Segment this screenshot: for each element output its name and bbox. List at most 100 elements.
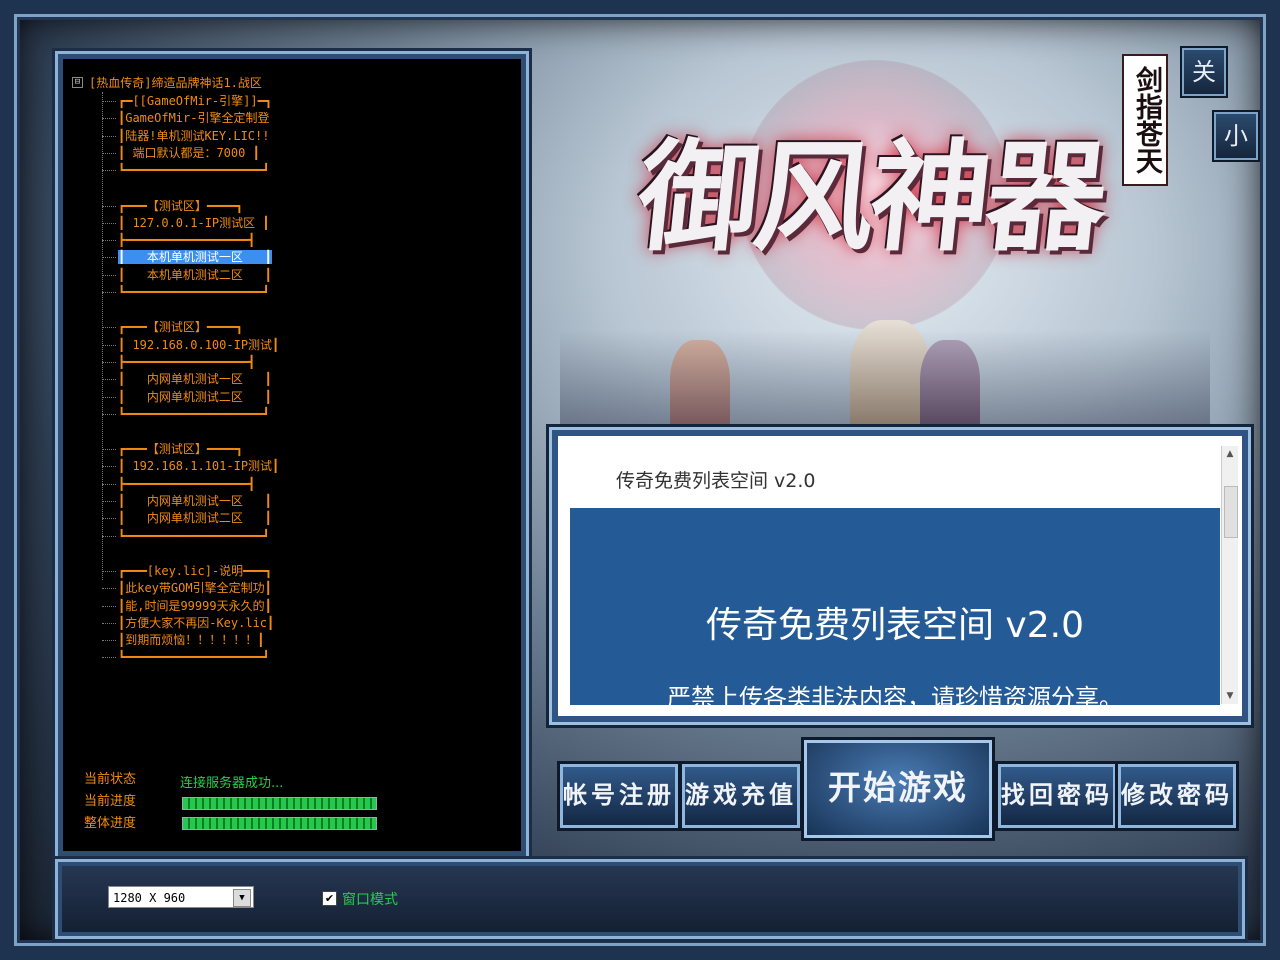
tree-connector: [102, 466, 116, 468]
resolution-value: 1280 X 960: [113, 891, 186, 905]
server-tree-item[interactable]: ┣━━━━━━━━━━━━━━━━━┫: [102, 354, 342, 371]
recover-password-button[interactable]: 找回密码: [998, 764, 1116, 828]
server-tree-item-label: ┃ 内网单机测试一区 ┃: [118, 372, 272, 387]
server-tree-item[interactable]: ┃ 192.168.0.100-IP测试┃: [102, 337, 342, 354]
tree-connector: [102, 274, 116, 276]
game-sub-logo: 剑指苍天: [1122, 54, 1168, 186]
scroll-thumb[interactable]: [1224, 486, 1238, 538]
window-mode-checkbox[interactable]: ✔: [322, 891, 337, 906]
collapse-icon[interactable]: ⊟: [72, 77, 83, 88]
tree-connector: [102, 483, 116, 485]
server-tree-item[interactable]: ┣━━━━━━━━━━━━━━━━━┫: [102, 232, 342, 249]
server-tree-item-label: ┣━━━━━━━━━━━━━━━━━┫: [118, 233, 256, 248]
server-tree-item-label: ┣━━━━━━━━━━━━━━━━━┫: [118, 354, 256, 369]
tree-connector: [102, 240, 116, 242]
notice-title: 传奇免费列表空间 v2.0: [705, 605, 1084, 646]
change-password-button[interactable]: 修改密码: [1118, 764, 1236, 828]
tree-connector: [102, 170, 116, 172]
progress-label: 当前进度: [84, 794, 137, 809]
chevron-down-icon[interactable]: ▼: [233, 889, 251, 907]
server-tree-item[interactable]: ┏━[[GameOfMir-引擎]]━┓: [102, 93, 342, 110]
server-tree-item[interactable]: ┃ 内网单机测试一区 ┃: [102, 493, 342, 510]
start-game-button[interactable]: 开始游戏: [804, 740, 992, 838]
server-tree-item[interactable]: ┗━━━━━━━━━━━━━━━━━━━┛: [102, 284, 342, 301]
tree-connector: [102, 135, 116, 137]
tree-root-label: [热血传奇]缔造品牌神话1.战区: [89, 76, 262, 90]
tree-connector: [102, 501, 116, 502]
server-tree-item[interactable]: ┃GameOfMir-引擎全定制登: [102, 110, 342, 127]
tree-connector: [102, 657, 116, 659]
server-tree-item[interactable]: ┏━━━[key.lic]-说明━━━┓: [102, 563, 342, 580]
server-tree-item[interactable]: ┏━━━【测试区】━━━━┓: [102, 319, 342, 336]
server-tree-item[interactable]: ┃方便大家不再因-Key.lic┃: [102, 615, 342, 632]
server-tree-item-label: ┃ 192.168.0.100-IP测试┃: [118, 337, 280, 352]
server-tree-item-label: ┃ 本机单机测试二区 ┃: [118, 267, 272, 282]
server-tree-item[interactable]: ┣━━━━━━━━━━━━━━━━━┫: [102, 476, 342, 493]
state-label: 当前状态: [84, 772, 137, 787]
minimize-button[interactable]: 小: [1214, 112, 1258, 160]
server-tree-item-label: ┃能,时间是99999天永久的┃: [118, 598, 272, 613]
server-tree-item-label: ┃到期而烦恼！！！！！！┃: [118, 633, 265, 648]
server-tree-item-label: ┗━━━━━━━━━━━━━━━━━━━┛: [118, 163, 270, 178]
server-tree-item[interactable]: ┃ 端口默认都是：7000 ┃: [102, 145, 342, 162]
scroll-up-icon[interactable]: ▲: [1222, 446, 1238, 462]
tree-connector: [102, 588, 116, 590]
game-logo: 御风神器: [631, 127, 1111, 268]
server-tree-item-label: ┗━━━━━━━━━━━━━━━━━━━┛: [118, 528, 270, 543]
total-label: 整体进度: [84, 816, 137, 831]
server-tree-item[interactable]: ┗━━━━━━━━━━━━━━━━━━━┛: [102, 528, 342, 545]
server-tree-item[interactable]: ┃此key带GOM引擎全定制功┃: [102, 580, 342, 597]
server-tree-item[interactable]: ┃ 192.168.1.101-IP测试┃: [102, 458, 342, 475]
server-tree-item[interactable]: ┗━━━━━━━━━━━━━━━━━━━┛: [102, 649, 342, 666]
server-tree-item-label: ┃陆器!单机测试KEY.LIC!!: [118, 128, 270, 143]
tree-connector: [102, 413, 116, 415]
server-tree-item-label: ┗━━━━━━━━━━━━━━━━━━━┛: [118, 406, 270, 421]
notice-scrollbar[interactable]: ▲ ▼: [1221, 446, 1238, 704]
tree-connector: [102, 152, 116, 154]
tree-connector: [102, 101, 116, 102]
tree-root[interactable]: ⊟ [热血传奇]缔造品牌神话1.战区: [72, 74, 262, 91]
total-progress-bar: [182, 817, 377, 830]
register-button[interactable]: 帐号注册: [560, 764, 678, 828]
server-tree-item[interactable]: ┏━━━【测试区】━━━━┓: [102, 198, 342, 215]
server-tree-item[interactable]: ┃ 本机单机测试二区 ┃: [102, 267, 342, 284]
close-button[interactable]: 关: [1182, 48, 1226, 96]
server-tree-item-label: ┃此key带GOM引擎全定制功┃: [118, 581, 272, 596]
server-tree-item-label: ┃ 内网单机测试一区 ┃: [118, 494, 272, 508]
server-tree-item[interactable]: ┃ 内网单机测试二区 ┃: [102, 389, 342, 406]
server-tree-item[interactable]: ┗━━━━━━━━━━━━━━━━━━━┛: [102, 162, 342, 179]
server-tree-item[interactable]: ┏━━━【测试区】━━━━┓: [102, 441, 342, 458]
server-tree-item-label: ┗━━━━━━━━━━━━━━━━━━━┛: [118, 285, 270, 299]
state-value: 连接服务器成功...: [180, 776, 284, 791]
server-tree-item[interactable]: ┃陆器!单机测试KEY.LIC!!: [102, 128, 342, 145]
tree-connector: [102, 361, 116, 363]
resolution-select[interactable]: 1280 X 960 ▼: [108, 886, 254, 908]
server-tree-item-label: ┏━━━【测试区】━━━━┓: [118, 198, 244, 213]
server-tree-item-label: ┏━━━【测试区】━━━━┓: [118, 320, 244, 335]
server-tree-item-label: ┣━━━━━━━━━━━━━━━━━┫: [118, 476, 256, 491]
scroll-down-icon[interactable]: ▼: [1222, 688, 1238, 704]
notice-header: 传奇免费列表空间 v2.0: [570, 446, 1220, 509]
server-tree-item[interactable]: ┃ 内网单机测试二区 ┃: [102, 510, 342, 527]
tree-connector: [102, 605, 116, 607]
server-tree-item-label: ┃ 内网单机测试二区 ┃: [118, 389, 272, 404]
server-tree-item[interactable]: ┃ 本机单机测试一区 ┃: [102, 249, 342, 266]
server-tree-item[interactable]: ┃到期而烦恼！！！！！！┃: [102, 632, 342, 649]
server-tree-item[interactable]: ┃ 内网单机测试一区 ┃: [102, 371, 342, 388]
server-tree-item[interactable]: ┃ 127.0.0.1-IP测试区 ┃: [102, 215, 342, 232]
tree-connector: [102, 292, 116, 293]
server-tree-item-label: ┏━━━[key.lic]-说明━━━┓: [118, 563, 273, 578]
server-tree-item-label: ┃ 192.168.1.101-IP测试┃: [118, 459, 280, 474]
notice-header-title: 传奇免费列表空间 v2.0: [616, 470, 816, 492]
server-tree-item-label: ┃ 本机单机测试一区 ┃: [118, 250, 272, 265]
tree-connector: [102, 535, 116, 537]
window-mode-label[interactable]: 窗口模式: [342, 889, 398, 909]
server-tree-item[interactable]: ┃能,时间是99999天永久的┃: [102, 598, 342, 615]
tree-connector: [102, 222, 116, 224]
server-tree-item-label: ┃ 127.0.0.1-IP测试区 ┃: [118, 215, 270, 230]
recharge-button[interactable]: 游戏充值: [682, 764, 800, 828]
server-tree-item[interactable]: ┗━━━━━━━━━━━━━━━━━━━┛: [102, 406, 342, 423]
notice-panel: 传奇免费列表空间 v2.0 传奇免费列表空间 v2.0 严禁上传各类非法内容，请…: [552, 430, 1248, 722]
server-tree-item-label: ┏━━━【测试区】━━━━┓: [118, 442, 244, 457]
tree-connector: [102, 449, 116, 451]
